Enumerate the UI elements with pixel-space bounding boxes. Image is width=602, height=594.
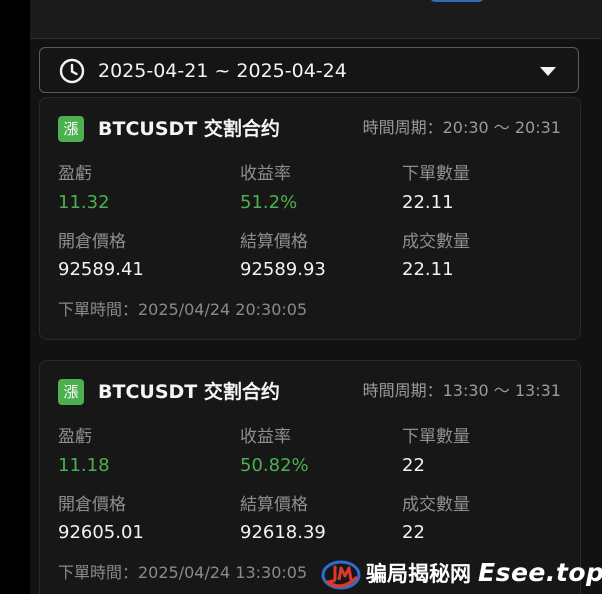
top-bar [30, 0, 602, 39]
filled-qty-value: 22.11 [402, 259, 454, 280]
open-price-label: 開倉價格 [58, 495, 126, 515]
watermark-text-cn: 骗局揭秘网 [366, 562, 471, 586]
order-qty-value: 22 [402, 455, 425, 476]
yield-label: 收益率 [240, 164, 291, 184]
jm-logo-icon [321, 560, 361, 590]
time-period: 時間周期：13:30 ～ 13:31 [362, 381, 561, 400]
pnl-label: 盈虧 [58, 427, 92, 447]
settle-price-label: 結算價格 [240, 232, 308, 252]
order-qty-label: 下單數量 [402, 164, 470, 184]
open-price-value: 92589.41 [58, 259, 144, 280]
yield-label: 收益率 [240, 427, 291, 447]
open-price-label: 開倉價格 [58, 232, 126, 252]
side-badge-up: 漲 [58, 379, 84, 405]
contract-symbol: BTCUSDT 交割合约 [98, 118, 280, 140]
caret-down-icon[interactable] [540, 67, 556, 76]
yield-value: 50.82% [240, 455, 309, 476]
open-price-value: 92605.01 [58, 522, 144, 543]
order-time: 下單時間：2025/04/24 20:30:05 [58, 300, 308, 319]
order-qty-value: 22.11 [402, 192, 454, 213]
watermark-text-en: Esee.top [478, 558, 602, 587]
pnl-value: 11.32 [58, 192, 110, 213]
order-time: 下單時間：2025/04/24 13:30:05 [58, 563, 308, 582]
yield-value: 51.2% [240, 192, 298, 213]
date-range-text: 2025-04-21 ~ 2025-04-24 [98, 60, 347, 82]
contract-symbol: BTCUSDT 交割合约 [98, 381, 280, 403]
settle-price-label: 結算價格 [240, 495, 308, 515]
filled-qty-value: 22 [402, 522, 425, 543]
side-badge-up: 漲 [58, 116, 84, 142]
order-history-screen: 2025-04-21 ~ 2025-04-24 漲 BTCUSDT 交割合约 時… [30, 0, 602, 594]
filled-qty-label: 成交數量 [402, 495, 470, 515]
filled-qty-label: 成交數量 [402, 232, 470, 252]
pnl-value: 11.18 [58, 455, 110, 476]
time-period: 時間周期：20:30 ～ 20:31 [362, 118, 561, 137]
settle-price-value: 92589.93 [240, 259, 326, 280]
order-card[interactable]: 漲 BTCUSDT 交割合约 時間周期：20:30 ～ 20:31 盈虧 11.… [39, 97, 581, 340]
settle-price-value: 92618.39 [240, 522, 326, 543]
clock-icon [59, 58, 85, 84]
order-qty-label: 下單數量 [402, 427, 470, 447]
date-range-selector[interactable]: 2025-04-21 ~ 2025-04-24 [39, 47, 579, 93]
pnl-label: 盈虧 [58, 164, 92, 184]
active-tab-indicator[interactable] [430, 0, 484, 2]
site-watermark: 骗局揭秘网 Esee.top [320, 556, 602, 594]
